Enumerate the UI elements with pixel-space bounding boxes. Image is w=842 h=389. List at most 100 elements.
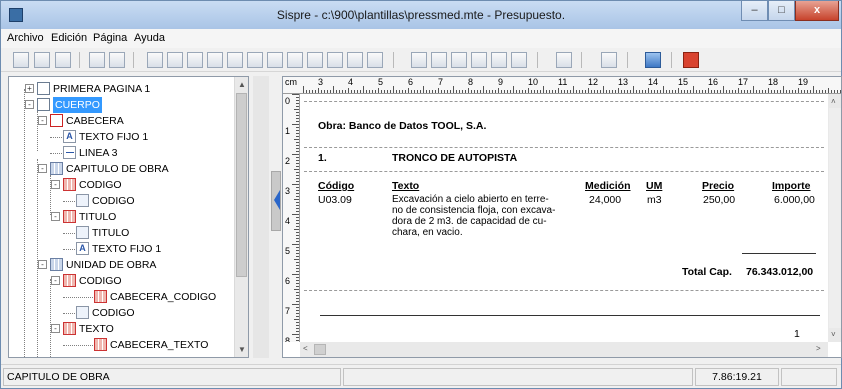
cut-icon[interactable] xyxy=(89,52,105,68)
ruler-tick xyxy=(292,184,299,185)
scroll-right-arrow-icon[interactable]: > xyxy=(816,344,821,353)
grid-icon xyxy=(50,162,63,175)
collapse-icon[interactable]: - xyxy=(51,212,60,221)
menu-ayuda[interactable]: Ayuda xyxy=(134,32,165,44)
preview-icon[interactable] xyxy=(511,52,527,68)
ruler-tick xyxy=(552,90,553,93)
image-icon[interactable] xyxy=(287,52,303,68)
line-icon[interactable] xyxy=(307,52,323,68)
close-button[interactable]: x xyxy=(795,1,839,21)
preview-horizontal-scrollbar-thumb[interactable] xyxy=(314,344,326,355)
page-icon[interactable] xyxy=(147,52,163,68)
scroll-up-arrow-icon[interactable]: ▲ xyxy=(238,80,246,89)
table-icon[interactable] xyxy=(227,52,243,68)
ruler-tick xyxy=(840,90,841,93)
ruler-tick xyxy=(570,90,571,93)
ruler-number: 10 xyxy=(528,77,539,87)
ruler-tick xyxy=(483,86,484,93)
calculator-icon[interactable] xyxy=(556,52,572,68)
color-icon[interactable] xyxy=(431,52,447,68)
save-icon[interactable] xyxy=(55,52,71,68)
preview-vertical-scrollbar[interactable]: ˄ ˅ xyxy=(828,94,841,342)
tree-node-label: PRIMERA PAGINA 1 xyxy=(53,83,151,95)
menu-edicion[interactable]: Edición xyxy=(51,32,87,44)
box-icon[interactable] xyxy=(327,52,343,68)
scroll-up-arrow-icon[interactable]: ˄ xyxy=(831,97,836,106)
scroll-down-arrow-icon[interactable]: ▼ xyxy=(238,345,246,354)
preview-horizontal-scrollbar[interactable]: < > xyxy=(300,342,828,357)
border-icon[interactable] xyxy=(491,52,507,68)
collapse-icon[interactable]: - xyxy=(38,164,47,173)
ruler-tick xyxy=(609,90,610,93)
print-preview-icon[interactable] xyxy=(367,52,383,68)
minimize-button[interactable]: – xyxy=(741,1,768,21)
ruler-tick xyxy=(567,90,568,93)
tree-scrollbar[interactable]: ▲ ▼ xyxy=(234,77,248,357)
ruler-tick xyxy=(296,301,299,302)
line-icon xyxy=(63,146,76,159)
tree-node-label: UNIDAD DE OBRA xyxy=(66,259,157,271)
ruler-number: 6 xyxy=(408,77,414,87)
ruler-tick xyxy=(296,181,299,182)
preview-vertical-scrollbar-thumb[interactable] xyxy=(829,108,841,328)
scroll-down-arrow-icon[interactable]: ˅ xyxy=(831,330,836,339)
text-icon[interactable] xyxy=(267,52,283,68)
ruler-tick xyxy=(360,90,361,93)
ruler-tick xyxy=(435,90,436,93)
tree-line xyxy=(63,313,75,314)
ruler-tick xyxy=(477,90,478,93)
window-title: Sispre - c:\900\plantillas\pressmed.mte … xyxy=(276,8,566,22)
total-label: Total Cap. xyxy=(682,266,732,278)
ruler-number: 18 xyxy=(768,77,779,87)
ruler-tick xyxy=(296,220,299,221)
structure-tree: + PRIMERA PAGINA 1 - CUERPO - CABECERA A… xyxy=(9,77,235,357)
ruler-tick xyxy=(792,90,793,93)
undo-icon[interactable] xyxy=(601,52,617,68)
ruler-tick xyxy=(426,90,427,93)
menu-archivo[interactable]: Archivo xyxy=(7,32,44,44)
font-icon[interactable] xyxy=(411,52,427,68)
collapse-icon[interactable]: - xyxy=(25,100,34,109)
ruler-tick xyxy=(699,90,700,93)
filter-icon[interactable] xyxy=(167,52,183,68)
ruler-tick xyxy=(296,256,299,257)
collapse-icon[interactable]: - xyxy=(38,260,47,269)
collapse-icon[interactable]: - xyxy=(51,324,60,333)
group-icon[interactable] xyxy=(347,52,363,68)
tree-line xyxy=(50,137,62,138)
ruler-tick xyxy=(528,88,529,93)
execute-icon[interactable] xyxy=(645,52,661,68)
tree-line xyxy=(50,153,62,154)
row-texto-line: Excavación a cielo abierto en terre- xyxy=(392,194,549,205)
ruler-tick xyxy=(296,205,299,206)
copy-icon[interactable] xyxy=(109,52,125,68)
ruler-tick xyxy=(819,90,820,93)
grid-icon[interactable] xyxy=(207,52,223,68)
scroll-left-arrow-icon[interactable]: < xyxy=(303,344,308,353)
align-icon[interactable] xyxy=(451,52,467,68)
collapse-icon[interactable]: - xyxy=(51,180,60,189)
collapse-panel-handle[interactable] xyxy=(271,171,281,231)
ruler-tick xyxy=(654,90,655,93)
open-icon[interactable] xyxy=(34,52,50,68)
ruler-tick xyxy=(296,175,299,176)
tree-node-label: TITULO xyxy=(92,227,130,239)
ruler-tick xyxy=(669,90,670,93)
new-icon[interactable] xyxy=(13,52,29,68)
band-separator xyxy=(304,147,824,148)
menu-pagina[interactable]: Página xyxy=(93,32,127,44)
ruler-tick xyxy=(296,100,299,101)
panel-splitter[interactable] xyxy=(253,76,269,358)
ruler-tick xyxy=(327,90,328,93)
collapse-icon[interactable]: - xyxy=(51,276,60,285)
size-icon[interactable] xyxy=(471,52,487,68)
layout-icon[interactable] xyxy=(187,52,203,68)
obra-title: Obra: Banco de Datos TOOL, S.A. xyxy=(318,120,487,132)
collapse-icon[interactable]: - xyxy=(38,116,47,125)
status-panel-empty xyxy=(343,368,693,386)
field-icon[interactable] xyxy=(247,52,263,68)
maximize-button[interactable]: □ xyxy=(768,1,795,21)
tree-scrollbar-thumb[interactable] xyxy=(236,93,247,277)
stop-icon[interactable] xyxy=(683,52,699,68)
expand-icon[interactable]: + xyxy=(25,84,34,93)
